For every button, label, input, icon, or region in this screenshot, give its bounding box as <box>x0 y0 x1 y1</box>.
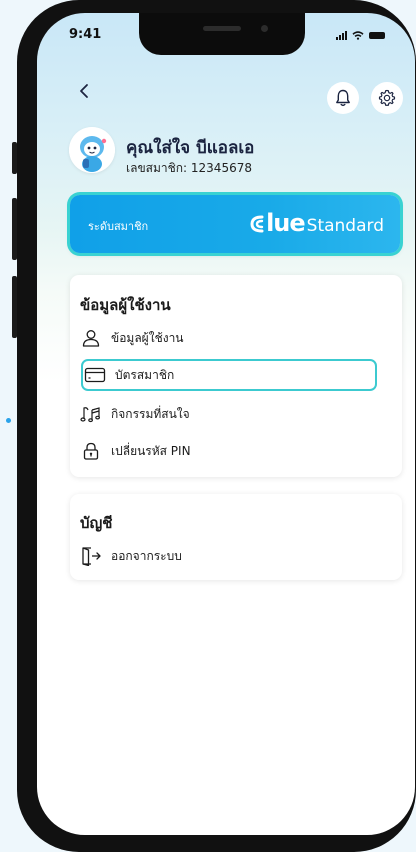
menu-item-label: กิจกรรมที่สนใจ <box>111 406 190 421</box>
brand-logo: lue <box>248 209 306 237</box>
membership-tier-card[interactable]: ระดับสมาชิก lue Standard <box>70 195 400 253</box>
notch <box>139 13 305 55</box>
volume-up-button <box>12 198 17 260</box>
wifi-icon <box>352 31 364 40</box>
gear-icon <box>378 89 396 106</box>
menu-item-label: ข้อมูลผู้ใช้งาน <box>111 330 184 345</box>
music-icon <box>80 403 102 425</box>
speaker-grille <box>203 26 241 31</box>
battery-icon <box>369 32 385 39</box>
member-id: เลขสมาชิก: 12345678 <box>126 161 252 175</box>
signal-icon <box>336 31 347 40</box>
account-section-title: บัญชี <box>80 514 113 532</box>
mute-switch <box>12 142 17 174</box>
tier-brand: lue Standard <box>248 209 384 237</box>
user-info-card: ข้อมูลผู้ใช้งาน ข้อมูลผู้ใช้งาน บัตรสมาช… <box>70 275 402 477</box>
avatar <box>69 127 115 173</box>
user-name: คุณใส่ใจ บีแอลเอ <box>126 138 255 158</box>
menu-item-member-card[interactable]: บัตรสมาชิก <box>81 359 377 391</box>
status-icons <box>336 31 385 40</box>
card-icon <box>84 364 106 386</box>
volume-down-button <box>12 276 17 338</box>
status-time: 9:41 <box>69 27 102 42</box>
front-camera <box>261 25 268 32</box>
tier-level: Standard <box>306 216 384 236</box>
menu-item-label: เปลี่ยนรหัส PIN <box>111 443 191 458</box>
menu-item-change-pin[interactable]: เปลี่ยนรหัส PIN <box>80 440 191 462</box>
mascot-avatar-icon <box>69 127 115 173</box>
page-indicator-dot <box>6 418 11 423</box>
phone-frame: 9:41 คุณใส่ใจ บีแอลเอ เลขสมาชิก: 1234567… <box>12 0 416 852</box>
settings-button[interactable] <box>371 82 403 114</box>
menu-item-user-info[interactable]: ข้อมูลผู้ใช้งาน <box>80 327 184 349</box>
menu-item-label: บัตรสมาชิก <box>115 367 175 382</box>
tier-label: ระดับสมาชิก <box>88 220 149 233</box>
menu-item-interests[interactable]: กิจกรรมที่สนใจ <box>80 403 190 425</box>
menu-item-label: ออกจากระบบ <box>111 548 182 563</box>
app-screen: 9:41 คุณใส่ใจ บีแอลเอ เลขสมาชิก: 1234567… <box>37 13 415 835</box>
logout-icon <box>80 545 102 567</box>
user-icon <box>80 327 102 349</box>
notification-button[interactable] <box>327 82 359 114</box>
menu-item-logout[interactable]: ออกจากระบบ <box>80 545 182 567</box>
lock-icon <box>80 440 102 462</box>
account-card: บัญชี ออกจากระบบ <box>70 494 402 580</box>
brand-mark-icon <box>250 215 264 233</box>
chevron-left-icon[interactable] <box>73 79 97 103</box>
user-section-title: ข้อมูลผู้ใช้งาน <box>80 296 171 314</box>
bell-icon <box>336 89 350 107</box>
